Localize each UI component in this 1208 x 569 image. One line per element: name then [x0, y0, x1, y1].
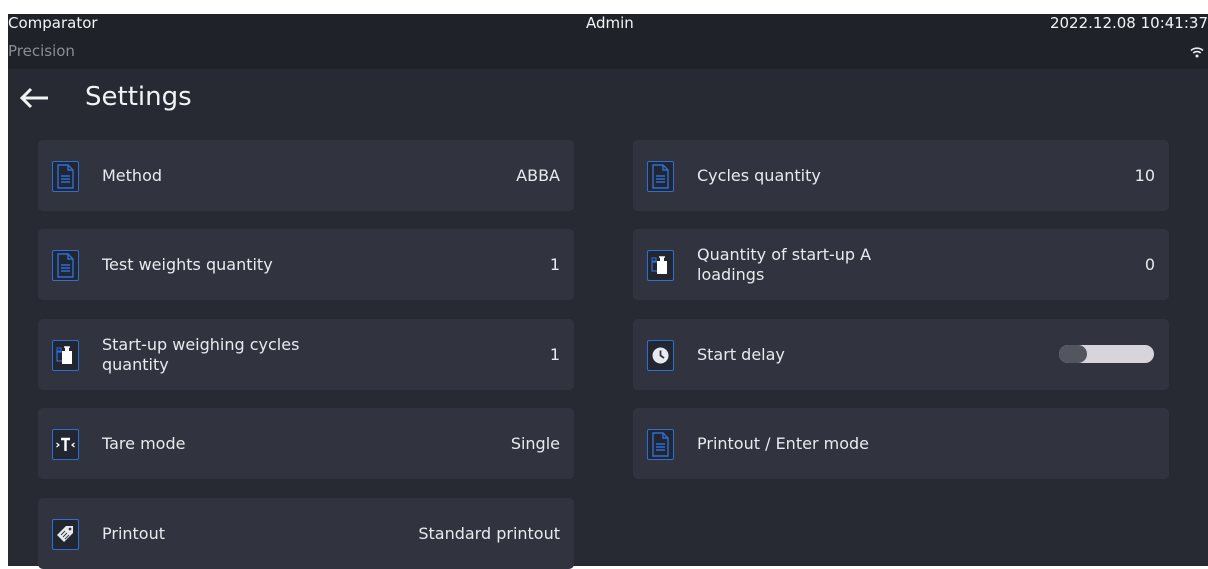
- setting-tare-mode[interactable]: Tare mode Single: [38, 408, 574, 479]
- setting-start-up-a-loadings[interactable]: Quantity of start-up A loadings 0: [633, 229, 1169, 300]
- document-icon: [647, 429, 674, 460]
- setting-start-delay[interactable]: Start delay: [633, 319, 1169, 390]
- setting-label: Tare mode: [102, 433, 186, 453]
- setting-method[interactable]: Method ABBA: [38, 140, 574, 211]
- document-icon: [647, 161, 674, 192]
- setting-value: Single: [510, 434, 560, 453]
- start-delay-toggle[interactable]: [1059, 345, 1154, 363]
- setting-label: Start delay: [697, 344, 785, 364]
- setting-value: 0: [1144, 255, 1155, 274]
- setting-value: 1: [549, 345, 560, 364]
- setting-printout-enter-mode[interactable]: Printout / Enter mode: [633, 408, 1169, 479]
- clock-icon: [647, 340, 674, 371]
- setting-value: Standard printout: [418, 524, 560, 543]
- user-name: Admin: [586, 14, 634, 32]
- document-icon: [52, 161, 79, 192]
- toggle-knob: [1059, 345, 1087, 363]
- setting-value: ABBA: [516, 166, 560, 185]
- weights-icon: [52, 340, 79, 371]
- setting-value: 1: [549, 255, 560, 274]
- setting-test-weights-quantity[interactable]: Test weights quantity 1: [38, 229, 574, 300]
- wifi-icon: [1190, 47, 1204, 58]
- setting-label: Method: [102, 165, 163, 185]
- mode-name: Precision: [8, 42, 75, 60]
- setting-cycles-quantity[interactable]: Cycles quantity 10: [633, 140, 1169, 211]
- top-tab-strip: [482, 0, 733, 2]
- setting-label: Cycles quantity: [697, 165, 821, 185]
- setting-label: Printout: [102, 523, 166, 543]
- status-bar: Comparator Precision Admin 2022.12.08 10…: [8, 14, 1208, 69]
- screen: Comparator Precision Admin 2022.12.08 10…: [8, 14, 1208, 569]
- back-arrow-icon[interactable]: [18, 81, 52, 115]
- tare-icon: [52, 429, 79, 460]
- page-title: Settings: [85, 82, 192, 112]
- title-bar: Settings: [8, 69, 1208, 129]
- weights-icon: [647, 250, 674, 281]
- setting-label: Printout / Enter mode: [697, 433, 869, 453]
- setting-value: 10: [1134, 166, 1155, 185]
- tag-icon: [52, 519, 79, 550]
- setting-label: Test weights quantity: [102, 254, 273, 274]
- setting-label: Start-up weighing cycles quantity: [102, 334, 300, 374]
- setting-printout[interactable]: Printout Standard printout: [38, 498, 574, 569]
- setting-start-up-weighing-cycles[interactable]: Start-up weighing cycles quantity 1: [38, 319, 574, 390]
- setting-label: Quantity of start-up A loadings: [697, 244, 872, 284]
- date-time: 2022.12.08 10:41:37: [1049, 14, 1208, 32]
- app-name: Comparator: [8, 14, 98, 32]
- document-icon: [52, 250, 79, 281]
